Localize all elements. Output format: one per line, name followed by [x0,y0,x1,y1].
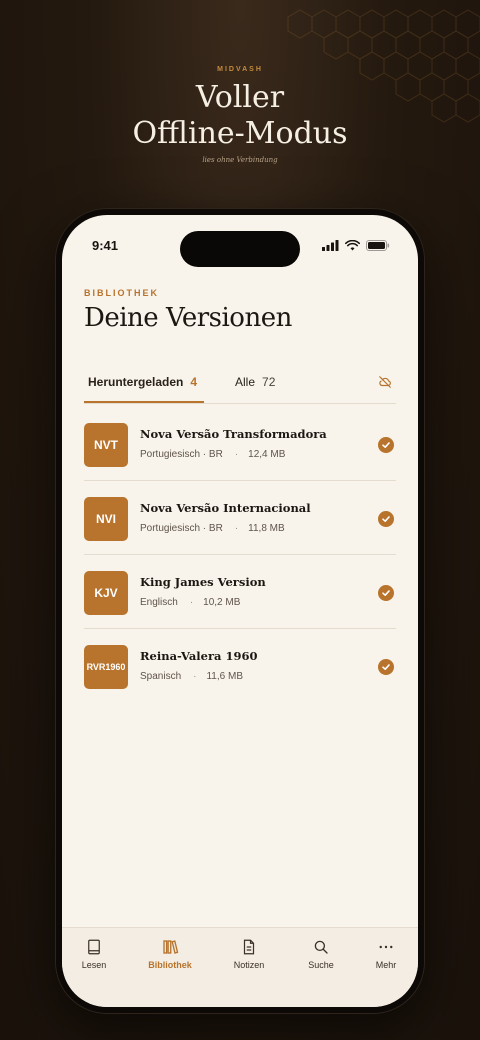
version-tabs: Heruntergeladen 4 Alle 72 [84,365,396,405]
wifi-icon [345,240,360,251]
version-list: NVT Nova Versão Transformadora Portugies… [84,407,396,703]
version-language: Portugiesisch · BR [140,523,223,534]
tab-downloaded-count: 4 [190,375,198,389]
version-language: Englisch [140,597,178,608]
active-tab-indicator [84,401,204,403]
library-icon [163,940,179,954]
tab-downloaded[interactable]: Heruntergeladen 4 [88,375,197,389]
tab-all-label: Alle [235,375,256,389]
tabbar-label: Lesen [81,960,107,970]
version-meta: Spanisch · 11,6 MB [140,671,250,683]
version-badge: NVT [84,423,128,467]
version-size: 12,4 MB [248,449,286,460]
downloaded-check-icon [378,585,394,601]
downloaded-check-icon [378,659,394,675]
version-language: Spanisch [140,671,182,682]
promo-headline-line2: Offline-Modus [132,116,348,151]
tabbar-label: Notizen [233,960,265,970]
version-badge: RVR1960 [84,645,128,689]
version-name: Reina-Valera 1960 [140,649,258,663]
tab-divider [84,403,396,404]
list-item[interactable]: NVT Nova Versão Transformadora Portugies… [84,407,396,481]
cloud-off-icon[interactable] [378,375,392,389]
meta-separator: · [234,523,239,534]
promo-headline-line1: Voller [195,80,285,115]
version-name: Nova Versão Internacional [140,501,311,515]
meta-separator: · [189,597,194,608]
more-icon [379,945,393,949]
tabbar-item-mehr[interactable]: Mehr [354,938,418,970]
bottom-tab-bar: Lesen Bibliothek Notizen Suche Mehr [62,927,418,1007]
meta-separator: · [234,449,239,460]
tabbar-label: Bibliothek [148,960,192,970]
version-badge: KJV [84,571,128,615]
version-size: 10,2 MB [203,597,241,608]
version-meta: Portugiesisch · BR · 12,4 MB [140,449,328,461]
notes-icon [243,939,255,955]
book-icon [88,939,100,955]
version-size: 11,8 MB [248,523,285,534]
section-label: BIBLIOTHEK [84,288,159,298]
tabbar-label: Mehr [375,960,397,970]
page-title: Deine Versionen [84,303,292,333]
brand-name: MIDVASH [217,66,263,73]
list-item[interactable]: NVI Nova Versão Internacional Portugiesi… [84,481,396,555]
downloaded-check-icon [378,437,394,453]
tabbar-label: Suche [308,960,334,970]
version-badge: NVI [84,497,128,541]
search-icon [314,940,328,954]
tab-downloaded-label: Heruntergeladen [88,375,184,389]
version-size: 11,6 MB [206,671,243,682]
phone-screen: 9:41 BIBLIOTHEK Deine Versionen Herunter… [62,215,418,1007]
tab-all[interactable]: Alle 72 [235,375,275,389]
list-item[interactable]: RVR1960 Reina-Valera 1960 Spanisch · 11,… [84,629,396,703]
battery-icon [366,240,390,251]
tabbar-item-bibliothek[interactable]: Bibliothek [138,938,202,970]
version-language: Portugiesisch · BR [140,449,223,460]
tabbar-item-suche[interactable]: Suche [289,938,353,970]
dynamic-island [180,231,300,267]
version-name: Nova Versão Transformadora [140,427,327,441]
version-meta: Englisch · 10,2 MB [140,597,283,609]
list-item[interactable]: KJV King James Version Englisch · 10,2 M… [84,555,396,629]
meta-separator: · [193,671,197,682]
signal-icon [322,240,339,251]
status-time: 9:41 [92,238,119,253]
tabbar-item-notizen[interactable]: Notizen [217,938,281,970]
version-name: King James Version [140,575,266,589]
promo-tagline: lies ohne Verbindung [202,156,278,164]
version-meta: Portugiesisch · BR · 11,8 MB [140,523,292,535]
status-bar: 9:41 [62,215,418,271]
status-icons [322,240,390,251]
tabbar-item-lesen[interactable]: Lesen [62,938,126,970]
tab-all-count: 72 [262,375,276,389]
downloaded-check-icon [378,511,394,527]
